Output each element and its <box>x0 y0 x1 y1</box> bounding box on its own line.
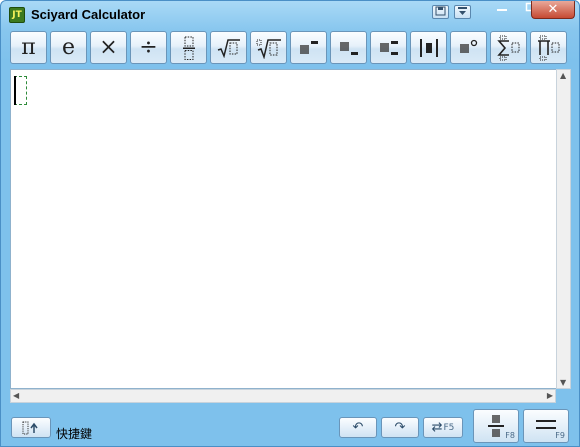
expression-editor[interactable] <box>10 69 556 389</box>
title-bar: JT Sciyard Calculator ✕ <box>1 1 579 29</box>
swap-button[interactable]: ⇄ F5 <box>423 417 463 438</box>
divide-icon: ÷ <box>139 34 158 60</box>
subscript-icon <box>339 41 358 55</box>
shortcut-button[interactable] <box>11 417 51 438</box>
minimize-button[interactable] <box>488 1 516 19</box>
scroll-down-arrow-icon[interactable]: ▼ <box>560 378 566 387</box>
fraction-button[interactable] <box>170 31 207 64</box>
sum-button[interactable] <box>490 31 527 64</box>
power-button[interactable] <box>290 31 327 64</box>
power-icon <box>299 40 318 54</box>
window-title: Sciyard Calculator <box>31 7 146 22</box>
e-icon: e <box>61 34 76 60</box>
f8-key-label: F8 <box>505 431 515 440</box>
shortcut-icon <box>22 421 38 434</box>
swap-icon: ⇄ <box>431 420 443 435</box>
sub-sup-button[interactable] <box>370 31 407 64</box>
multiply-icon: × <box>99 34 118 60</box>
scroll-right-arrow-icon[interactable]: ▶ <box>547 391 553 400</box>
save-icon[interactable] <box>432 5 449 19</box>
shortcut-label: 快捷鍵 <box>56 427 93 441</box>
redo-button[interactable]: ↷ <box>381 417 419 438</box>
scroll-up-arrow-icon[interactable]: ▲ <box>560 71 566 80</box>
equals-icon <box>536 420 556 429</box>
multiply-button[interactable]: × <box>90 31 127 64</box>
sub-sup-icon <box>379 40 398 55</box>
product-icon <box>537 35 559 60</box>
symbol-toolbar: π e × ÷ <box>10 31 574 65</box>
nth-root-button[interactable] <box>250 31 287 64</box>
undo-button[interactable]: ↶ <box>339 417 377 438</box>
nth-root-icon <box>256 38 281 59</box>
f5-key-label: F5 <box>443 422 455 433</box>
dropdown-icon[interactable] <box>454 5 471 19</box>
text-cursor <box>14 76 16 105</box>
equals-button[interactable]: F9 <box>523 409 569 443</box>
e-button[interactable]: e <box>50 31 87 64</box>
abs-icon <box>419 38 438 57</box>
app-icon: JT <box>9 7 25 23</box>
undo-icon: ↶ <box>352 420 364 435</box>
sqrt-button[interactable] <box>210 31 247 64</box>
vertical-scrollbar[interactable]: ▲ ▼ <box>556 69 571 389</box>
fraction-result-icon <box>488 415 504 437</box>
pi-button[interactable]: π <box>10 31 47 64</box>
degree-icon <box>459 39 477 53</box>
sum-icon <box>496 35 519 60</box>
fraction-icon <box>182 36 195 60</box>
abs-button[interactable] <box>410 31 447 64</box>
calculator-window: JT Sciyard Calculator ✕ π e × ÷ ▲ ▼ ◀ ▶ … <box>0 0 580 447</box>
fraction-result-button[interactable]: F8 <box>473 409 519 443</box>
horizontal-scrollbar[interactable]: ◀ ▶ <box>10 389 556 403</box>
sqrt-icon <box>217 38 240 58</box>
divide-button[interactable]: ÷ <box>130 31 167 64</box>
subscript-button[interactable] <box>330 31 367 64</box>
scroll-left-arrow-icon[interactable]: ◀ <box>13 391 19 400</box>
close-button[interactable]: ✕ <box>531 1 575 19</box>
pi-icon: π <box>21 34 36 60</box>
degree-button[interactable] <box>450 31 487 64</box>
redo-icon: ↷ <box>394 420 406 435</box>
product-button[interactable] <box>530 31 567 64</box>
f9-key-label: F9 <box>555 431 565 440</box>
bottom-bar: 快捷鍵 ↶ ↷ ⇄ F5 F8 F9 <box>1 405 579 446</box>
